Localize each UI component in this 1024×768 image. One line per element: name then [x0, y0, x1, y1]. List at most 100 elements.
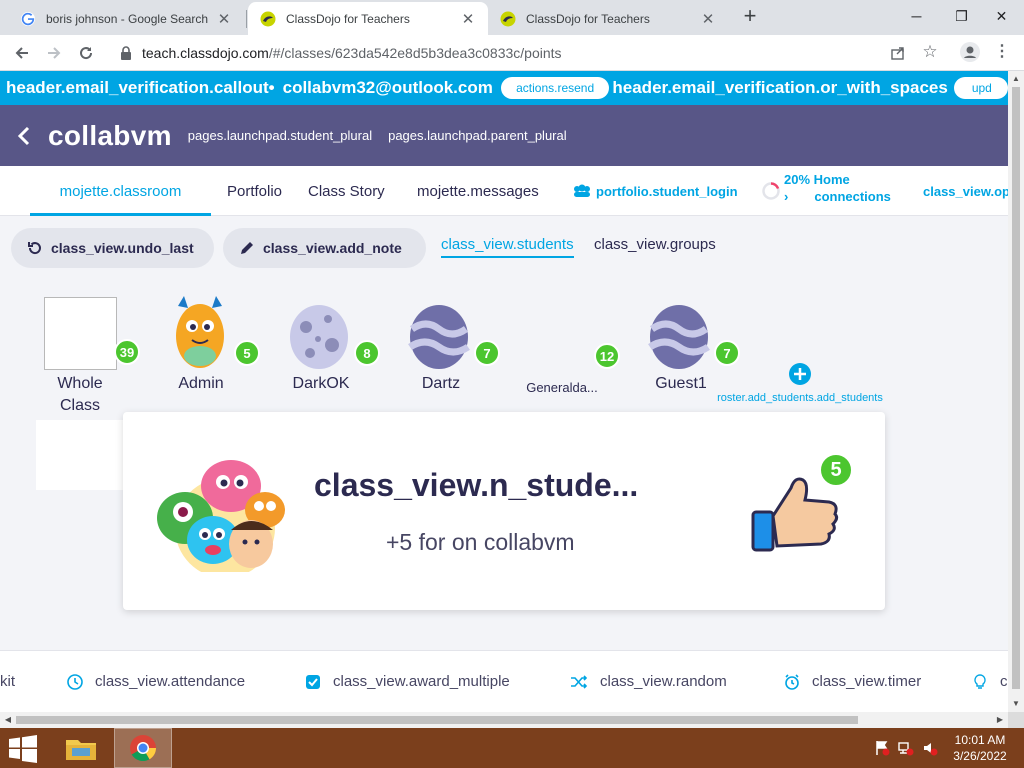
tab-messages[interactable]: mojette.messages: [417, 166, 539, 216]
browser-tab-classdojo[interactable]: ClassDojo for Teachers ✕: [488, 2, 728, 35]
options-label: class_view.op: [923, 183, 1008, 199]
scroll-right-arrow-icon[interactable]: ▶: [992, 712, 1008, 728]
chevron-right-icon: ›: [784, 189, 789, 204]
class-name: collabvm: [48, 119, 172, 151]
tab-portfolio[interactable]: Portfolio: [227, 166, 282, 216]
flag-warning-icon[interactable]: [874, 740, 890, 756]
close-window-icon[interactable]: ✕: [979, 0, 1024, 32]
vertical-scroll-thumb[interactable]: [1012, 87, 1020, 689]
student-name-line-1: Whole: [57, 375, 103, 392]
scroll-down-arrow-icon[interactable]: ▼: [1008, 696, 1024, 712]
address-bar[interactable]: teach.classdojo.com/#/classes/623da542e8…: [108, 39, 956, 67]
checkbox-icon: [306, 674, 320, 689]
close-tab-icon[interactable]: ✕: [216, 10, 232, 28]
lightbulb-icon: [974, 673, 986, 689]
browser-tab-classdojo-active[interactable]: ClassDojo for Teachers ✕: [248, 2, 488, 35]
points-badge: 39: [114, 339, 140, 365]
random-button[interactable]: class_view.random: [570, 673, 727, 690]
share-icon[interactable]: [890, 45, 906, 61]
bookmark-star-icon[interactable]: ☆: [922, 43, 938, 60]
windows-start-icon[interactable]: [8, 735, 38, 763]
resend-button[interactable]: actions.resend: [500, 77, 610, 99]
folder-icon: [66, 740, 96, 760]
close-tab-icon[interactable]: ✕: [700, 10, 716, 28]
chevron-left-icon[interactable]: [16, 126, 32, 146]
students-icon: [574, 184, 590, 197]
toolkit-label: kit: [0, 673, 15, 690]
file-explorer-app[interactable]: [52, 728, 110, 768]
chrome-app[interactable]: [114, 728, 172, 768]
shuffle-icon: [571, 674, 588, 689]
alarm-clock-icon: [785, 673, 799, 690]
timer-button[interactable]: class_view.timer: [784, 673, 921, 690]
points-badge: 7: [474, 340, 500, 366]
parents-link[interactable]: pages.launchpad.parent_plural: [388, 128, 567, 143]
lock-icon: [121, 46, 131, 60]
tab-title: boris johnson - Google Search: [46, 11, 209, 26]
clock-icon: [67, 673, 83, 690]
forward-arrow-icon[interactable]: [42, 41, 66, 65]
profile-icon[interactable]: [960, 42, 980, 62]
new-tab-button[interactable]: +: [738, 5, 762, 29]
award-multiple-button[interactable]: class_view.award_multiple: [305, 673, 510, 690]
progress-ring-icon: [762, 182, 780, 200]
url-path: /#/classes/623da542e8d5b3dea3c0833c/poin…: [268, 45, 562, 61]
url-domain: teach.classdojo.com: [142, 45, 269, 61]
clock-date: 3/26/2022: [953, 749, 1007, 763]
home-connections-text: 20% Home › connections: [784, 171, 891, 205]
options-link[interactable]: class_view.op: [923, 166, 1008, 216]
more-toolkit-label: c: [1000, 673, 1008, 690]
student-name-admin: Admin: [178, 375, 224, 392]
student-login-label: portfolio.student_login: [596, 183, 738, 199]
tab-students[interactable]: class_view.students: [441, 236, 574, 258]
tab-groups[interactable]: class_view.groups: [594, 236, 716, 256]
award-title: class_view.n_stude...: [314, 467, 639, 503]
student-name-darkok: DarkOK: [292, 375, 350, 392]
browser-tab-google[interactable]: boris johnson - Google Search ✕: [8, 2, 244, 35]
scroll-up-arrow-icon[interactable]: ▲: [1008, 71, 1024, 87]
add-students-label[interactable]: roster.add_students.add_students: [706, 392, 894, 404]
random-label: class_view.random: [600, 673, 727, 690]
award-points-badge: 5: [818, 452, 854, 488]
add-note-button[interactable]: class_view.add_note: [223, 228, 426, 268]
award-notification-card: class_view.n_stude... +5 for on collabvm…: [123, 412, 885, 610]
student-login-link[interactable]: portfolio.student_login: [572, 166, 738, 216]
student-card-whole-class[interactable]: [36, 420, 124, 490]
plus-circle-icon[interactable]: [789, 363, 811, 385]
horizontal-scroll-thumb[interactable]: [16, 716, 858, 724]
horizontal-scrollbar[interactable]: ◀ ▶: [0, 712, 1008, 728]
attendance-button[interactable]: class_view.attendance: [67, 673, 245, 690]
volume-muted-icon[interactable]: [922, 740, 938, 756]
system-clock[interactable]: 10:01 AM 3/26/2022: [944, 732, 1016, 764]
minimize-icon[interactable]: ─: [894, 0, 939, 32]
class-header: collabvm pages.launchpad.student_plural …: [0, 105, 1008, 166]
menu-kebab-icon[interactable]: ⋮: [994, 44, 1010, 60]
close-tab-icon[interactable]: ✕: [460, 10, 476, 28]
network-icon[interactable]: [898, 740, 914, 756]
toolkit-button[interactable]: kit: [0, 673, 15, 690]
vertical-scrollbar[interactable]: ▲ ▼: [1008, 71, 1024, 712]
undo-last-label: class_view.undo_last: [51, 240, 194, 256]
home-connections-link[interactable]: 20% Home › connections: [762, 166, 891, 216]
more-toolkit-button[interactable]: c: [972, 673, 1008, 690]
tab-class-story-label: Class Story: [308, 182, 385, 200]
main-nav: mojette.classroom Portfolio Class Story …: [0, 166, 1008, 216]
tab-class-story[interactable]: Class Story: [308, 166, 385, 216]
tab-classroom-label: mojette.classroom: [59, 182, 182, 200]
scroll-left-arrow-icon[interactable]: ◀: [0, 712, 16, 728]
undo-last-button[interactable]: class_view.undo_last: [11, 228, 214, 268]
back-arrow-icon[interactable]: [10, 41, 34, 65]
timer-label: class_view.timer: [812, 673, 922, 690]
url-text: teach.classdojo.com/#/classes/623da542e8…: [142, 45, 562, 61]
student-name-generalda: Generalda...: [526, 380, 598, 395]
award-multiple-label: class_view.award_multiple: [333, 673, 510, 690]
students-link[interactable]: pages.launchpad.student_plural: [188, 128, 372, 143]
student-name-whole-class: Whole Class: [36, 373, 124, 417]
reload-icon[interactable]: [74, 41, 98, 65]
update-email-button[interactable]: upd: [953, 77, 1008, 99]
home-second-row: › connections: [784, 188, 891, 205]
add-note-label: class_view.add_note: [263, 240, 402, 256]
browser-toolbar: teach.classdojo.com/#/classes/623da542e8…: [0, 35, 1024, 71]
tab-classroom[interactable]: mojette.classroom: [30, 166, 211, 216]
restore-icon[interactable]: ❐: [939, 0, 984, 32]
